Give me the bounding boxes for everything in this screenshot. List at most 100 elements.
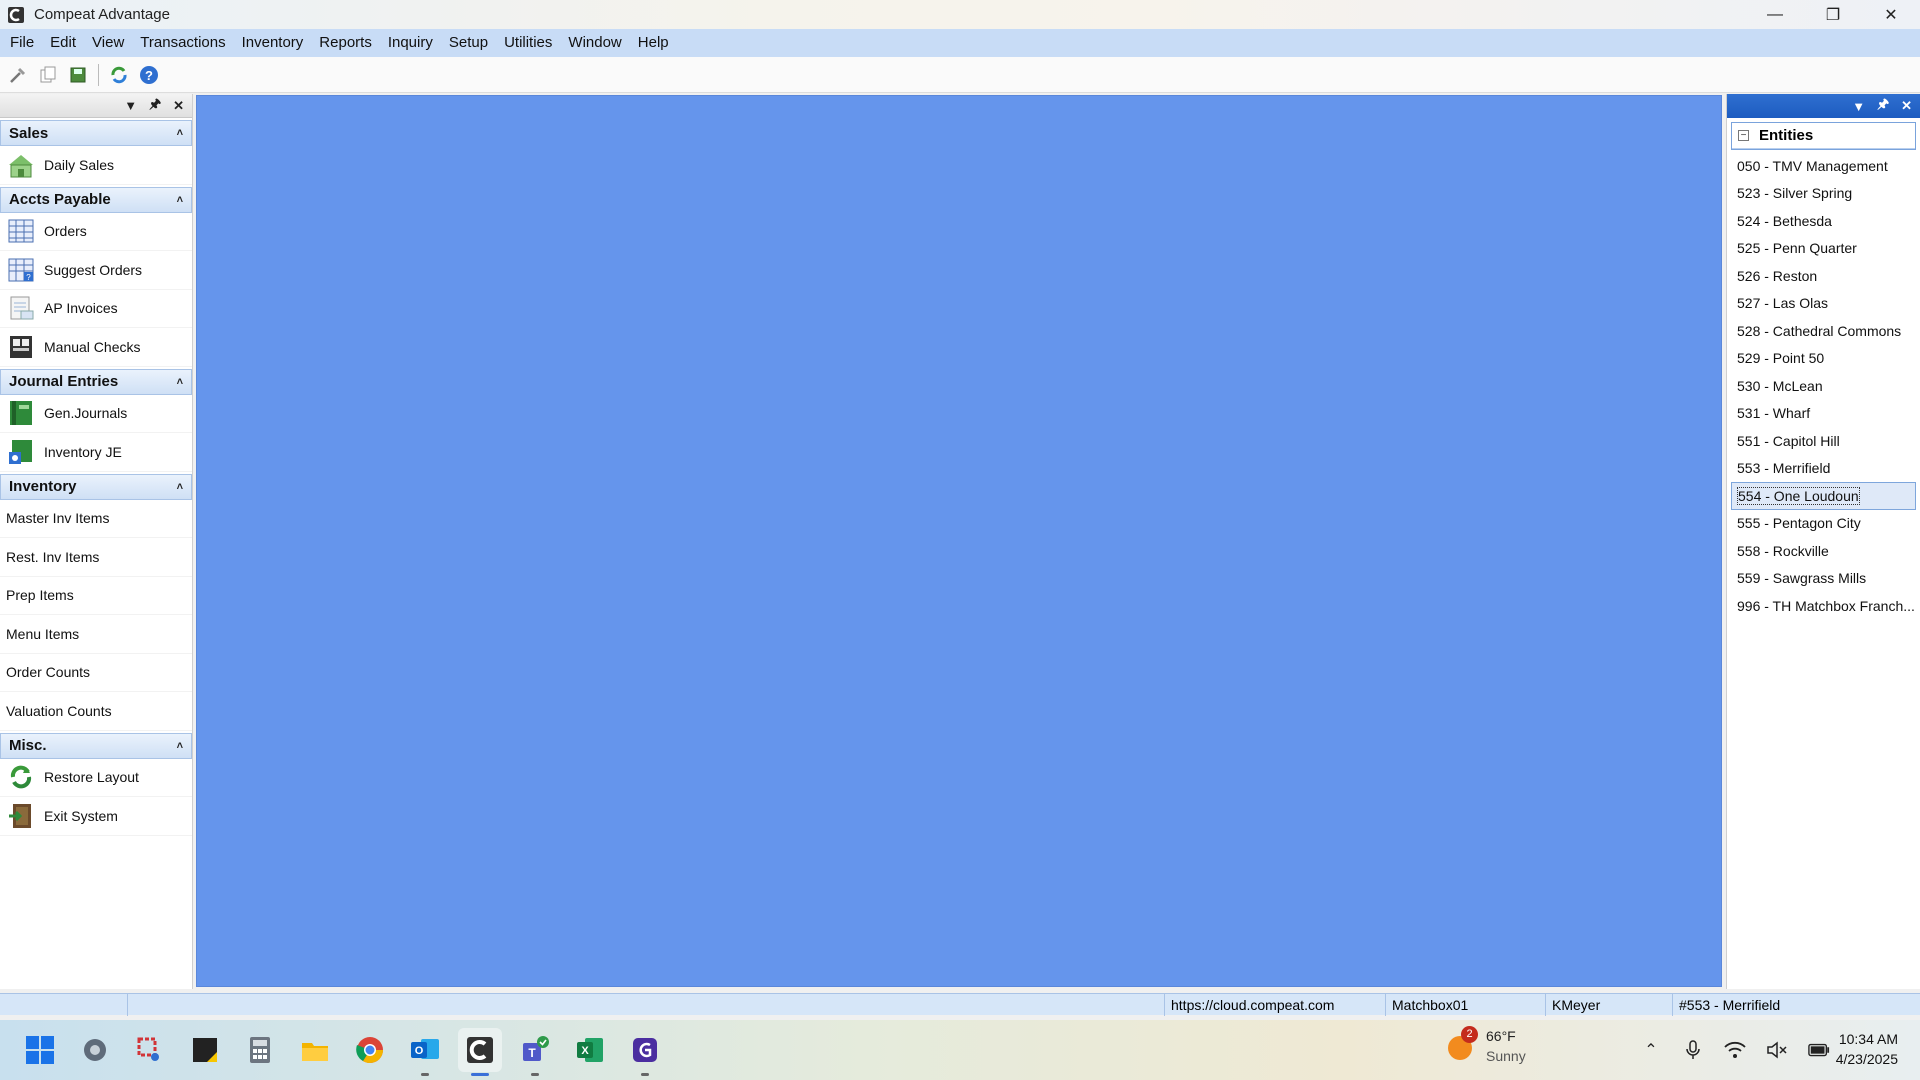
entity-item[interactable]: 551 - Capitol Hill bbox=[1731, 427, 1916, 455]
pin-icon[interactable]: 🖈 bbox=[149, 95, 161, 117]
menu-window[interactable]: Window bbox=[560, 29, 629, 57]
nav-item-ap-invoices[interactable]: AP Invoices bbox=[0, 290, 192, 328]
entity-item[interactable]: 555 - Pentagon City bbox=[1731, 510, 1916, 538]
nav-item-manual-checks[interactable]: Manual Checks bbox=[0, 328, 192, 367]
collapse-icon[interactable]: ˄ bbox=[177, 127, 183, 139]
menu-help[interactable]: Help bbox=[630, 29, 677, 57]
pin-icon[interactable]: 🖈 bbox=[1877, 95, 1889, 117]
collapse-icon[interactable]: ˄ bbox=[177, 376, 183, 388]
copy-icon[interactable] bbox=[36, 63, 60, 87]
speaker-muted-icon[interactable] bbox=[1766, 1039, 1788, 1061]
nav-item-inventory-je[interactable]: Inventory JE bbox=[0, 433, 192, 472]
entity-item-selected[interactable]: 554 - One Loudoun bbox=[1731, 482, 1916, 510]
nav-item-exit-system[interactable]: Exit System bbox=[0, 797, 192, 836]
entity-label: 558 - Rockville bbox=[1737, 542, 1829, 559]
outlook-icon[interactable]: O bbox=[403, 1028, 447, 1076]
group-accts-payable[interactable]: Accts Payable ˄ bbox=[0, 186, 192, 213]
entities-tree-root[interactable]: − Entities bbox=[1732, 123, 1915, 149]
calculator-icon[interactable] bbox=[238, 1028, 282, 1072]
entity-item[interactable]: 050 - TMV Management bbox=[1731, 152, 1916, 180]
purple-app-icon[interactable] bbox=[623, 1028, 667, 1076]
nav-item-master-inv-items[interactable]: Master Inv Items bbox=[0, 500, 192, 538]
menu-inquiry[interactable]: Inquiry bbox=[380, 29, 441, 57]
teams-icon[interactable]: T bbox=[513, 1028, 557, 1076]
close-button[interactable]: ✕ bbox=[1862, 0, 1920, 29]
close-panel-icon[interactable]: ✕ bbox=[173, 98, 184, 114]
entity-item[interactable]: 526 - Reston bbox=[1731, 262, 1916, 290]
help-icon[interactable]: ? bbox=[137, 63, 161, 87]
entity-label: 530 - McLean bbox=[1737, 377, 1823, 394]
show-hidden-icons-icon[interactable]: ⌃ bbox=[1640, 1039, 1662, 1061]
settings-icon[interactable] bbox=[73, 1028, 117, 1072]
entity-item[interactable]: 523 - Silver Spring bbox=[1731, 180, 1916, 208]
menu-utilities[interactable]: Utilities bbox=[496, 29, 560, 57]
group-journal-entries[interactable]: Journal Entries ˄ bbox=[0, 368, 192, 395]
nav-item-valuation-counts[interactable]: Valuation Counts bbox=[0, 692, 192, 731]
restore-button[interactable]: ❐ bbox=[1804, 0, 1862, 29]
sticky-notes-icon[interactable] bbox=[183, 1028, 227, 1072]
nav-item-prep-items[interactable]: Prep Items bbox=[0, 577, 192, 615]
collapse-icon[interactable]: ˄ bbox=[177, 194, 183, 206]
collapse-icon[interactable]: ˄ bbox=[177, 740, 183, 752]
tools-icon[interactable] bbox=[6, 63, 30, 87]
dropdown-icon[interactable]: ▼ bbox=[1852, 99, 1865, 114]
nav-item-suggest-orders[interactable]: ? Suggest Orders bbox=[0, 251, 192, 290]
svg-text:?: ? bbox=[26, 273, 31, 282]
entity-item[interactable]: 524 - Bethesda bbox=[1731, 207, 1916, 235]
entity-item[interactable]: 530 - McLean bbox=[1731, 372, 1916, 400]
group-sales[interactable]: Sales ˄ bbox=[0, 120, 192, 146]
taskbar-clock[interactable]: 10:34 AM 4/23/2025 bbox=[1836, 1029, 1898, 1069]
entity-item[interactable]: 553 - Merrifield bbox=[1731, 455, 1916, 483]
entity-item[interactable]: 529 - Point 50 bbox=[1731, 345, 1916, 373]
menu-reports[interactable]: Reports bbox=[311, 29, 380, 57]
menu-inventory[interactable]: Inventory bbox=[234, 29, 312, 57]
nav-item-orders[interactable]: Orders bbox=[0, 213, 192, 251]
entity-item[interactable]: 525 - Penn Quarter bbox=[1731, 235, 1916, 263]
menu-file[interactable]: File bbox=[2, 29, 42, 57]
battery-icon[interactable] bbox=[1808, 1039, 1830, 1061]
weather-widget[interactable]: 2 66°F Sunny bbox=[1444, 1026, 1526, 1066]
collapse-icon[interactable]: ˄ bbox=[177, 481, 183, 493]
nav-item-restore-layout[interactable]: Restore Layout bbox=[0, 759, 192, 797]
group-inventory[interactable]: Inventory ˄ bbox=[0, 473, 192, 500]
running-indicator bbox=[471, 1073, 489, 1076]
wifi-icon[interactable] bbox=[1724, 1039, 1746, 1061]
svg-text:O: O bbox=[415, 1045, 424, 1057]
clock-date: 4/23/2025 bbox=[1835, 1051, 1898, 1067]
nav-item-daily-sales[interactable]: Daily Sales bbox=[0, 146, 192, 185]
journals-icon bbox=[6, 398, 36, 428]
microphone-icon[interactable] bbox=[1682, 1039, 1704, 1061]
refresh-icon[interactable] bbox=[107, 63, 131, 87]
compeat-taskbar-icon[interactable] bbox=[458, 1028, 502, 1076]
close-panel-icon[interactable]: ✕ bbox=[1901, 98, 1912, 114]
entity-item[interactable]: 559 - Sawgrass Mills bbox=[1731, 565, 1916, 593]
nav-item-menu-items[interactable]: Menu Items bbox=[0, 615, 192, 654]
collapse-tree-icon[interactable]: − bbox=[1738, 130, 1749, 141]
snipping-tool-icon[interactable] bbox=[128, 1028, 172, 1072]
excel-icon[interactable]: X bbox=[568, 1028, 612, 1072]
group-title: Journal Entries bbox=[9, 373, 119, 390]
entity-item[interactable]: 531 - Wharf bbox=[1731, 400, 1916, 428]
group-misc[interactable]: Misc. ˄ bbox=[0, 732, 192, 759]
nav-item-gen-journals[interactable]: Gen.Journals bbox=[0, 395, 192, 433]
menu-setup[interactable]: Setup bbox=[441, 29, 496, 57]
chrome-icon[interactable] bbox=[348, 1028, 392, 1072]
menu-transactions[interactable]: Transactions bbox=[132, 29, 233, 57]
entity-item[interactable]: 558 - Rockville bbox=[1731, 537, 1916, 565]
entity-item[interactable]: 996 - TH Matchbox Franch... bbox=[1731, 592, 1916, 620]
menu-edit[interactable]: Edit bbox=[42, 29, 84, 57]
minimize-button[interactable]: — bbox=[1746, 0, 1804, 29]
entity-item[interactable]: 527 - Las Olas bbox=[1731, 290, 1916, 318]
menu-view[interactable]: View bbox=[84, 29, 132, 57]
mdi-workspace[interactable] bbox=[196, 95, 1722, 987]
nav-item-order-counts[interactable]: Order Counts bbox=[0, 654, 192, 692]
save-icon[interactable] bbox=[66, 63, 90, 87]
entity-item[interactable]: 528 - Cathedral Commons bbox=[1731, 317, 1916, 345]
entities-title: Entities bbox=[1759, 127, 1814, 144]
status-user: KMeyer bbox=[1546, 993, 1673, 1016]
start-icon[interactable] bbox=[18, 1028, 62, 1072]
dropdown-icon[interactable]: ▼ bbox=[124, 98, 137, 113]
navigation-panel-header: ▼ 🖈 ✕ bbox=[0, 94, 192, 118]
nav-item-rest-inv-items[interactable]: Rest. Inv Items bbox=[0, 538, 192, 577]
file-explorer-icon[interactable] bbox=[293, 1028, 337, 1072]
